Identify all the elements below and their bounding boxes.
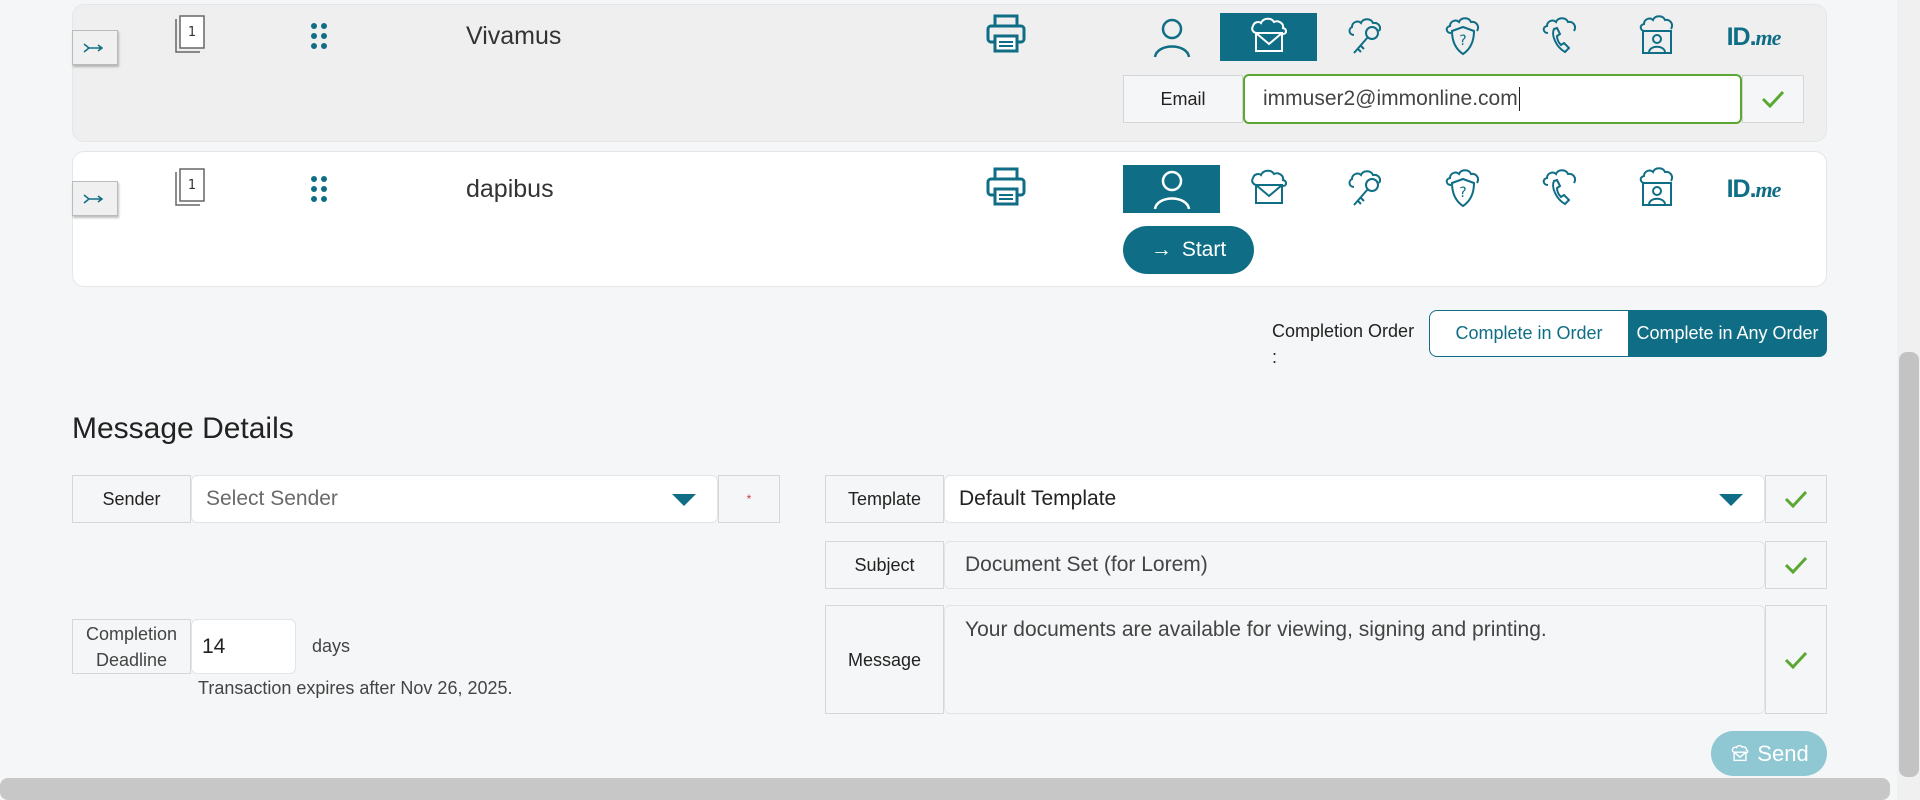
printer-icon[interactable] — [985, 14, 1027, 54]
arrow-right-icon: → — [1150, 238, 1172, 261]
drag-handle-icon[interactable] — [310, 22, 328, 52]
send-button[interactable]: Send — [1711, 731, 1827, 776]
message-valid-check-icon — [1765, 605, 1827, 714]
email-auth-icon[interactable] — [1220, 13, 1317, 61]
drag-handle-icon[interactable] — [310, 175, 328, 205]
required-indicator: * — [718, 475, 780, 523]
phone-auth-icon[interactable] — [1511, 165, 1608, 213]
template-value: Default Template — [959, 487, 1117, 510]
key-cloud-icon[interactable] — [1317, 13, 1414, 61]
completion-deadline-input[interactable]: 14 — [191, 619, 296, 674]
key-cloud-icon[interactable] — [1317, 165, 1414, 213]
email-auth-icon[interactable] — [1220, 165, 1317, 213]
deadline-unit: days — [312, 636, 351, 656]
template-select[interactable]: Default Template — [944, 475, 1765, 523]
deadline-value: 14 — [202, 634, 226, 658]
message-label: Message — [825, 605, 944, 714]
idme-logo-icon[interactable]: ID.me — [1705, 13, 1802, 61]
phone-auth-icon[interactable] — [1511, 13, 1608, 61]
completion-order-colon: : — [1272, 347, 1278, 367]
sender-select[interactable]: Select Sender — [191, 475, 718, 523]
id-verification-icon[interactable] — [1608, 165, 1705, 213]
page-count: 1 — [188, 178, 196, 193]
complete-in-order-option[interactable]: Complete in Order — [1429, 310, 1629, 357]
printer-icon[interactable] — [985, 167, 1027, 207]
reassign-button[interactable] — [72, 181, 118, 216]
in-person-icon[interactable] — [1123, 13, 1220, 61]
svg-text:?: ? — [1459, 185, 1466, 201]
svg-text:?: ? — [1459, 33, 1466, 49]
email-input[interactable]: immuser2@immonline.com — [1243, 74, 1742, 124]
completion-order-label-text: Completion Order — [1272, 321, 1415, 341]
completion-deadline-label: Completion Deadline — [72, 619, 191, 674]
page-count: 1 — [188, 25, 196, 40]
route-icon — [83, 42, 104, 53]
recipient-name: dapibus — [466, 175, 554, 203]
template-valid-check-icon — [1765, 475, 1827, 523]
complete-in-any-order-option[interactable]: Complete in Any Order — [1628, 310, 1827, 357]
send-cloud-icon — [1731, 744, 1749, 761]
subject-input[interactable]: Document Set (for Lorem) — [944, 541, 1765, 589]
email-input-value: immuser2@immonline.com — [1263, 87, 1518, 110]
route-icon — [83, 193, 104, 204]
email-label: Email — [1123, 75, 1243, 123]
sender-placeholder: Select Sender — [206, 487, 338, 510]
email-valid-check-icon — [1742, 75, 1804, 123]
reassign-button[interactable] — [72, 30, 118, 65]
chevron-down-icon — [1719, 494, 1743, 506]
security-question-icon[interactable]: ? — [1414, 13, 1511, 61]
template-label: Template — [825, 475, 944, 523]
message-details-title: Message Details — [72, 412, 294, 445]
document-pages-icon: 1 — [173, 167, 207, 207]
document-pages-icon: 1 — [173, 14, 207, 54]
sender-label: Sender — [72, 475, 191, 523]
message-textarea[interactable]: Your documents are available for viewing… — [944, 605, 1765, 714]
vertical-scrollbar-thumb[interactable] — [1899, 352, 1919, 777]
send-button-label: Send — [1757, 740, 1809, 766]
completion-order-label: Completion Order : — [1272, 318, 1414, 370]
id-verification-icon[interactable] — [1608, 13, 1705, 61]
start-button-label: Start — [1181, 238, 1227, 261]
recipient-name: Vivamus — [466, 22, 562, 50]
text-cursor — [1518, 87, 1520, 111]
subject-label: Subject — [825, 541, 944, 589]
expiration-note: Transaction expires after Nov 26, 2025. — [198, 678, 513, 698]
start-button[interactable]: → Start — [1123, 226, 1254, 274]
chevron-down-icon — [672, 494, 696, 506]
message-value: Your documents are available for viewing… — [965, 618, 1547, 641]
idme-logo-icon[interactable]: ID.me — [1705, 165, 1802, 213]
subject-value: Document Set (for Lorem) — [965, 553, 1208, 576]
subject-valid-check-icon — [1765, 541, 1827, 589]
completion-deadline-label-line2: Deadline — [95, 649, 168, 670]
completion-deadline-label-line1: Completion — [85, 623, 178, 644]
security-question-icon[interactable]: ? — [1414, 165, 1511, 213]
horizontal-scrollbar[interactable] — [0, 778, 1890, 800]
in-person-icon[interactable] — [1123, 165, 1220, 213]
